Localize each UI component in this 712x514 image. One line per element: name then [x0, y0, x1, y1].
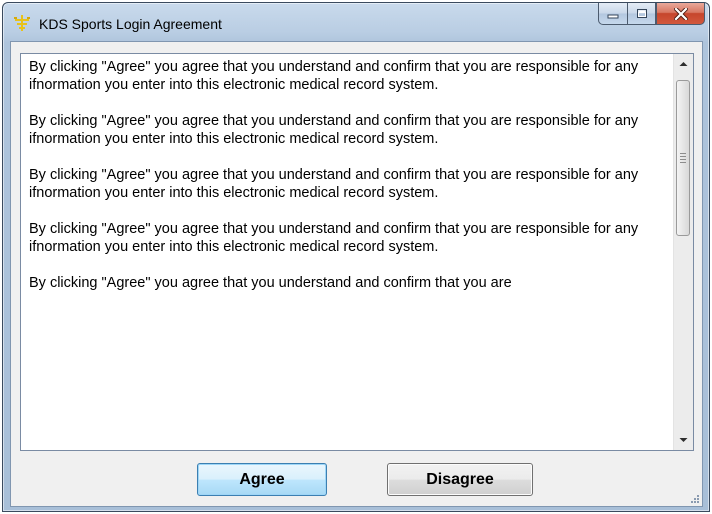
agreement-paragraph: By clicking "Agree" you agree that you u…: [29, 113, 639, 147]
scroll-up-button[interactable]: [674, 55, 693, 73]
maximize-button[interactable]: [627, 3, 656, 25]
window-title: KDS Sports Login Agreement: [39, 16, 222, 32]
scroll-thumb[interactable]: [676, 80, 690, 236]
close-button[interactable]: [656, 3, 705, 25]
arrow-up-icon: [679, 62, 688, 66]
agreement-paragraph: By clicking "Agree" you agree that you u…: [29, 59, 639, 93]
minimize-button[interactable]: [598, 3, 627, 25]
minimize-icon: [607, 14, 619, 18]
agreement-window: KDS Sports Login Agreement By clicking "…: [2, 2, 710, 512]
dialog-content: By clicking "Agree" you agree that you u…: [10, 41, 703, 507]
caption-buttons: [598, 3, 705, 25]
agreement-paragraph: By clicking "Agree" you agree that you u…: [29, 167, 639, 201]
scroll-down-button[interactable]: [674, 431, 693, 449]
arrow-down-icon: [679, 438, 688, 442]
vertical-scrollbar[interactable]: [673, 54, 693, 450]
agreement-paragraph: By clicking "Agree" you agree that you u…: [29, 275, 512, 291]
resize-grip-icon[interactable]: [688, 492, 700, 504]
maximize-icon: [636, 9, 647, 18]
agree-button[interactable]: Agree: [197, 463, 327, 496]
close-icon: [673, 7, 688, 20]
title-bar[interactable]: KDS Sports Login Agreement: [3, 3, 709, 43]
agreement-textbox[interactable]: By clicking "Agree" you agree that you u…: [20, 53, 694, 451]
disagree-button[interactable]: Disagree: [387, 463, 533, 496]
grip-icon: [680, 153, 686, 163]
kds-logo-icon: [14, 15, 30, 31]
agreement-text-area: By clicking "Agree" you agree that you u…: [21, 54, 673, 450]
agreement-paragraph: By clicking "Agree" you agree that you u…: [29, 221, 639, 255]
